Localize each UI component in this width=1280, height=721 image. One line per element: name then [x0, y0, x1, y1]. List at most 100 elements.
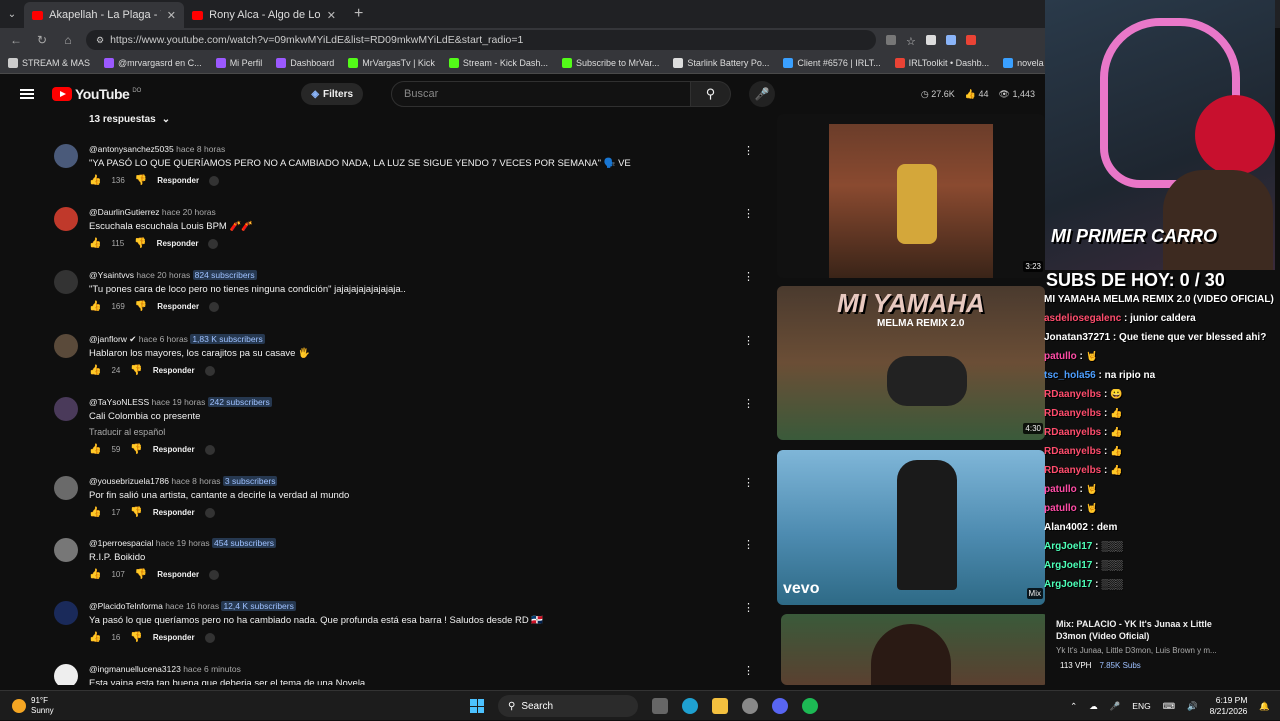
video-thumbnail[interactable]: 3:23 — [777, 114, 1045, 278]
microphone-icon[interactable]: 🎤 — [1110, 701, 1121, 712]
tab-akapellah[interactable]: Akapellah - La Plaga - YouTube ✕ — [24, 2, 184, 28]
avatar[interactable] — [54, 538, 78, 562]
bookmark-item[interactable]: Mi Perfil — [215, 57, 262, 68]
comment-author[interactable]: @Ysaintvvs — [89, 270, 134, 280]
dislike-icon[interactable]: 👎 — [135, 301, 147, 312]
bookmark-item[interactable]: @mrvargasrd en C... — [104, 57, 202, 68]
extension-icon[interactable] — [925, 35, 936, 45]
task-view-icon[interactable] — [652, 698, 668, 714]
settings-icon[interactable] — [742, 698, 758, 714]
cloud-icon[interactable]: ☁ — [1089, 701, 1098, 712]
tab-rony-alca[interactable]: Rony Alca - Algo de Locos (Visual ✕ — [184, 2, 344, 28]
notification-bell-icon[interactable]: 🔔 — [1259, 701, 1270, 712]
comment-author[interactable]: @TaYsoNLESS — [89, 397, 149, 407]
close-tab-icon[interactable]: ✕ — [167, 9, 176, 22]
dislike-icon[interactable]: 👎 — [130, 444, 142, 455]
comment-time[interactable]: hace 6 minutos — [183, 664, 241, 674]
volume-icon[interactable]: 🔊 — [1187, 701, 1198, 712]
avatar[interactable] — [54, 207, 78, 231]
video-thumbnail[interactable]: vevo Mix — [777, 450, 1045, 605]
translate-link[interactable]: Traducir al español — [89, 427, 165, 437]
comment-author[interactable]: @1perroespacial — [89, 538, 153, 548]
comment-author[interactable]: @DaurlinGutierrez — [89, 207, 160, 217]
avatar[interactable] — [54, 601, 78, 625]
reply-button[interactable]: Responder — [157, 302, 199, 311]
comment-time[interactable]: hace 8 horas — [176, 144, 225, 154]
comment-author[interactable]: @yousebrizuela1786 — [89, 476, 169, 486]
comment-time[interactable]: hace 19 horas — [152, 397, 206, 407]
bookmark-item[interactable]: Stream - Kick Dash... — [448, 57, 548, 68]
windows-start-icon[interactable] — [470, 699, 484, 713]
like-icon[interactable]: 👍 — [89, 507, 101, 518]
avatar[interactable] — [54, 476, 78, 500]
reply-button[interactable]: Responder — [157, 176, 199, 185]
bookmark-item[interactable]: Client #6576 | IRLT... — [783, 57, 881, 68]
filters-button[interactable]: ◈ Filters — [301, 83, 364, 105]
dislike-icon[interactable]: 👎 — [130, 632, 142, 643]
reply-button[interactable]: Responder — [153, 508, 195, 517]
reply-button[interactable]: Responder — [153, 366, 195, 375]
search-input[interactable]: Buscar — [391, 81, 692, 107]
more-options-icon[interactable]: ⋮ — [743, 601, 754, 614]
taskbar-search[interactable]: ⚲ Search — [498, 695, 638, 717]
bookmark-item[interactable]: Starlink Battery Po... — [673, 57, 769, 68]
video-thumbnail[interactable]: MI YAMAHA MELMA REMIX 2.0 4:30 — [777, 286, 1045, 440]
dislike-icon[interactable]: 👎 — [135, 569, 147, 580]
close-tab-icon[interactable]: ✕ — [327, 9, 336, 22]
edge-icon[interactable] — [682, 698, 698, 714]
bookmark-item[interactable]: STREAM & MAS — [8, 57, 90, 68]
back-icon[interactable]: ← — [8, 33, 24, 47]
dislike-icon[interactable]: 👎 — [130, 365, 142, 376]
menu-icon[interactable] — [20, 89, 34, 99]
new-tab-button[interactable]: + — [344, 5, 373, 23]
comment-time[interactable]: hace 19 horas — [156, 538, 210, 548]
more-options-icon[interactable]: ⋮ — [743, 207, 754, 220]
comment-time[interactable]: hace 8 horas — [171, 476, 220, 486]
reply-button[interactable]: Responder — [157, 570, 199, 579]
avatar[interactable] — [54, 664, 78, 685]
more-options-icon[interactable]: ⋮ — [743, 664, 754, 677]
bookmark-item[interactable]: Dashboard — [276, 57, 334, 68]
avatar[interactable] — [54, 144, 78, 168]
avatar[interactable] — [54, 397, 78, 421]
comment-author[interactable]: @PlacidoTelnforma — [89, 601, 163, 611]
more-options-icon[interactable]: ⋮ — [743, 538, 754, 551]
more-options-icon[interactable]: ⋮ — [743, 334, 754, 347]
comment-time[interactable]: hace 20 horas — [136, 270, 190, 280]
like-icon[interactable]: 👍 — [89, 632, 101, 643]
reply-button[interactable]: Responder — [157, 239, 199, 248]
more-options-icon[interactable]: ⋮ — [743, 270, 754, 283]
home-icon[interactable]: ⌂ — [60, 33, 76, 47]
replies-toggle[interactable]: 13 respuestas ⌄ — [89, 114, 170, 125]
bookmark-item[interactable]: IRLToolkit • Dashb... — [894, 57, 989, 68]
network-icon[interactable]: ⌨ — [1163, 701, 1175, 712]
bookmark-item[interactable]: MrVargasTv | Kick — [348, 57, 435, 68]
more-options-icon[interactable]: ⋮ — [743, 144, 754, 157]
reply-button[interactable]: Responder — [153, 633, 195, 642]
language-indicator[interactable]: ENG — [1132, 701, 1150, 711]
weather-widget[interactable]: 91°F Sunny — [12, 696, 54, 716]
chevron-up-icon[interactable]: ⌃ — [1070, 701, 1077, 712]
voice-search-button[interactable]: 🎤 — [749, 81, 776, 107]
dislike-icon[interactable]: 👎 — [135, 175, 147, 186]
like-icon[interactable]: 👍 — [89, 301, 101, 312]
video-thumbnail[interactable] — [781, 614, 1045, 685]
extension-icon[interactable] — [886, 35, 896, 45]
more-options-icon[interactable]: ⋮ — [743, 476, 754, 489]
spotify-icon[interactable] — [802, 698, 818, 714]
extension-icon[interactable] — [965, 35, 976, 45]
url-field[interactable]: ⚙ https://www.youtube.com/watch?v=09mkwM… — [86, 30, 876, 50]
dislike-icon[interactable]: 👎 — [130, 507, 142, 518]
dislike-icon[interactable]: 👎 — [134, 238, 146, 249]
like-icon[interactable]: 👍 — [89, 175, 101, 186]
site-info-icon[interactable]: ⚙ — [96, 35, 104, 46]
comment-time[interactable]: hace 16 horas — [165, 601, 219, 611]
discord-icon[interactable] — [772, 698, 788, 714]
youtube-logo[interactable]: YouTube DO — [52, 86, 141, 102]
like-icon[interactable]: 👍 — [89, 238, 101, 249]
reply-button[interactable]: Responder — [153, 445, 195, 454]
comment-time[interactable]: hace 6 horas — [139, 334, 188, 344]
more-options-icon[interactable]: ⋮ — [743, 397, 754, 410]
like-icon[interactable]: 👍 — [89, 365, 101, 376]
comment-author[interactable]: @antonysanchez5035 — [89, 144, 174, 154]
